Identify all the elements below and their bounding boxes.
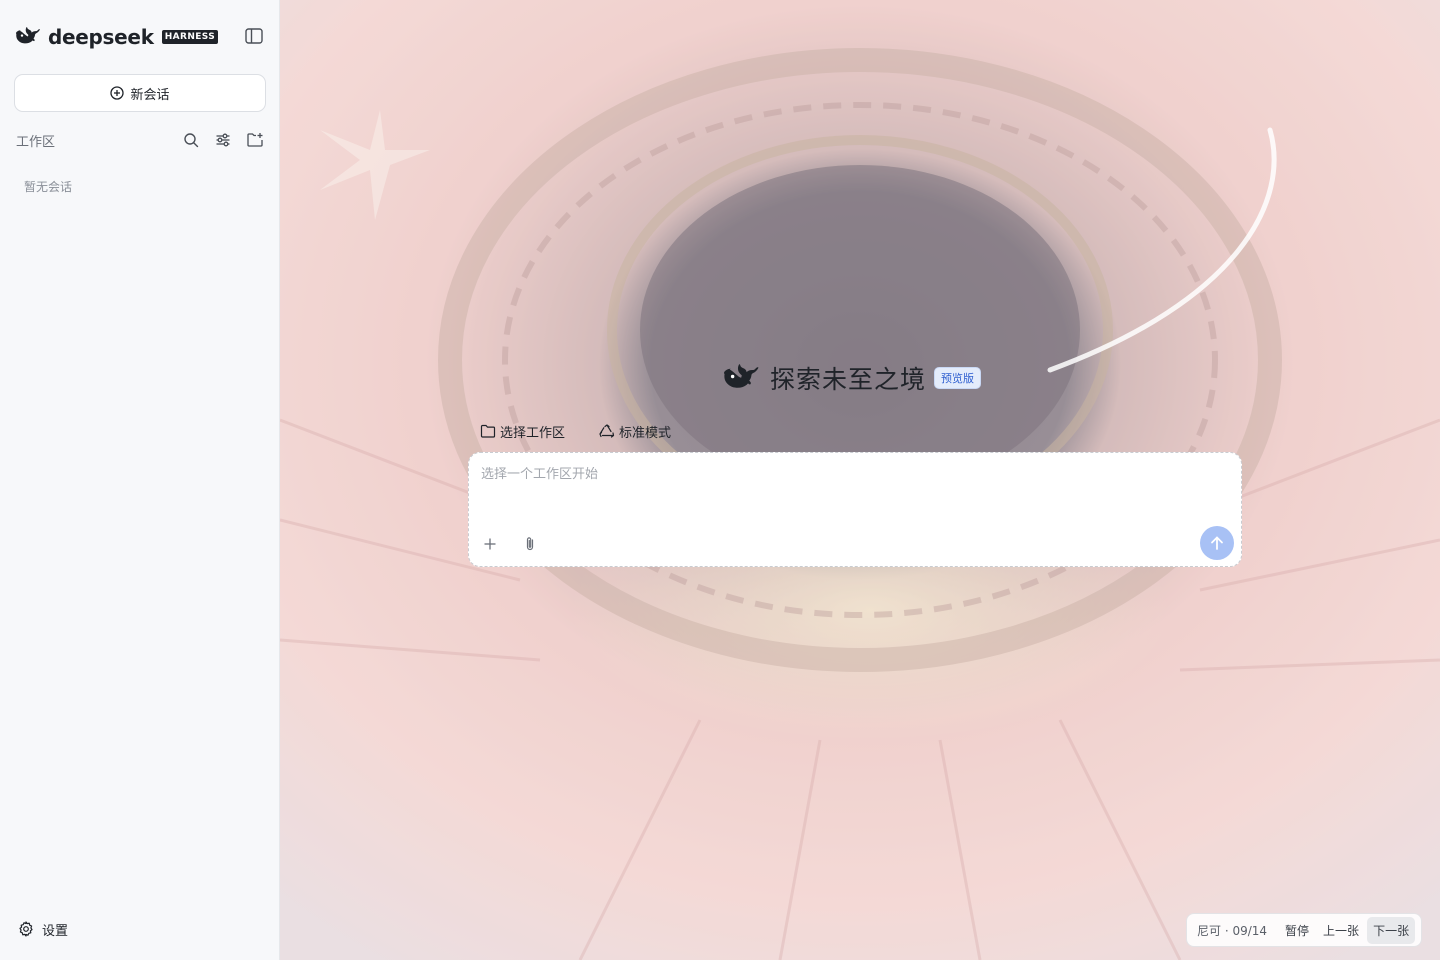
- composer: [468, 452, 1242, 567]
- brand: deepseek HARNESS: [16, 24, 219, 50]
- workspace-title: 工作区: [16, 134, 56, 150]
- main-area: 探索未至之境 预览版 选择工作区 标准模式 选择一个工作区开始 尼可 · 09/…: [280, 0, 1440, 960]
- sidebar: deepseek HARNESS 新会话 工作区 暂无会话 设置: [0, 0, 280, 960]
- whale-logo-icon: [724, 363, 759, 388]
- workspace-select-button[interactable]: 选择工作区: [480, 422, 565, 441]
- preview-badge: 预览版: [934, 367, 982, 389]
- filter-button[interactable]: [212, 129, 234, 151]
- add-button[interactable]: [479, 533, 501, 555]
- sliders-icon: [216, 133, 230, 147]
- new-workspace-button[interactable]: [244, 129, 266, 151]
- send-button[interactable]: [1200, 526, 1234, 560]
- brand-badge: HARNESS: [161, 30, 219, 44]
- workspace-header: 工作区: [16, 128, 266, 152]
- composer-toolbar: 选择工作区 标准模式: [480, 420, 705, 442]
- slideshow-controls: 尼可 · 09/14 暂停 上一张 下一张: [1186, 913, 1422, 947]
- new-chat-label: 新会话: [130, 87, 170, 103]
- brand-name: deepseek: [48, 25, 154, 49]
- folder-icon: [480, 424, 496, 438]
- recycle-icon: [599, 423, 615, 438]
- prev-slide-button[interactable]: 上一张: [1317, 917, 1365, 944]
- search-icon: [184, 133, 199, 148]
- plus-circle-icon: [110, 86, 125, 100]
- next-slide-button[interactable]: 下一张: [1367, 916, 1416, 944]
- sidebar-toggle-icon: [245, 28, 263, 44]
- paperclip-icon: [526, 537, 534, 551]
- hero-title: 探索未至之境: [770, 365, 927, 394]
- gear-icon: [19, 921, 33, 937]
- mode-label: 标准模式: [619, 425, 672, 441]
- sidebar-toggle-button[interactable]: [243, 26, 265, 46]
- arrow-up-icon: [1211, 536, 1223, 550]
- mode-select-button[interactable]: 标准模式: [599, 422, 671, 441]
- hero: 探索未至之境 预览版: [724, 360, 982, 396]
- whale-logo-icon: [16, 27, 40, 44]
- attach-button[interactable]: [519, 533, 541, 555]
- message-input[interactable]: [481, 467, 1221, 482]
- settings-label: 设置: [42, 923, 69, 939]
- workspace-select-label: 选择工作区: [500, 425, 566, 441]
- search-button[interactable]: [180, 129, 202, 151]
- new-folder-icon: [246, 133, 263, 147]
- new-chat-button[interactable]: 新会话: [14, 74, 266, 112]
- empty-conversations-text: 暂无会话: [24, 180, 73, 194]
- pause-button[interactable]: 暂停: [1279, 917, 1315, 944]
- plus-icon: [484, 538, 496, 550]
- slide-counter: 尼可 · 09/14: [1197, 923, 1268, 938]
- settings-button[interactable]: 设置: [18, 918, 68, 940]
